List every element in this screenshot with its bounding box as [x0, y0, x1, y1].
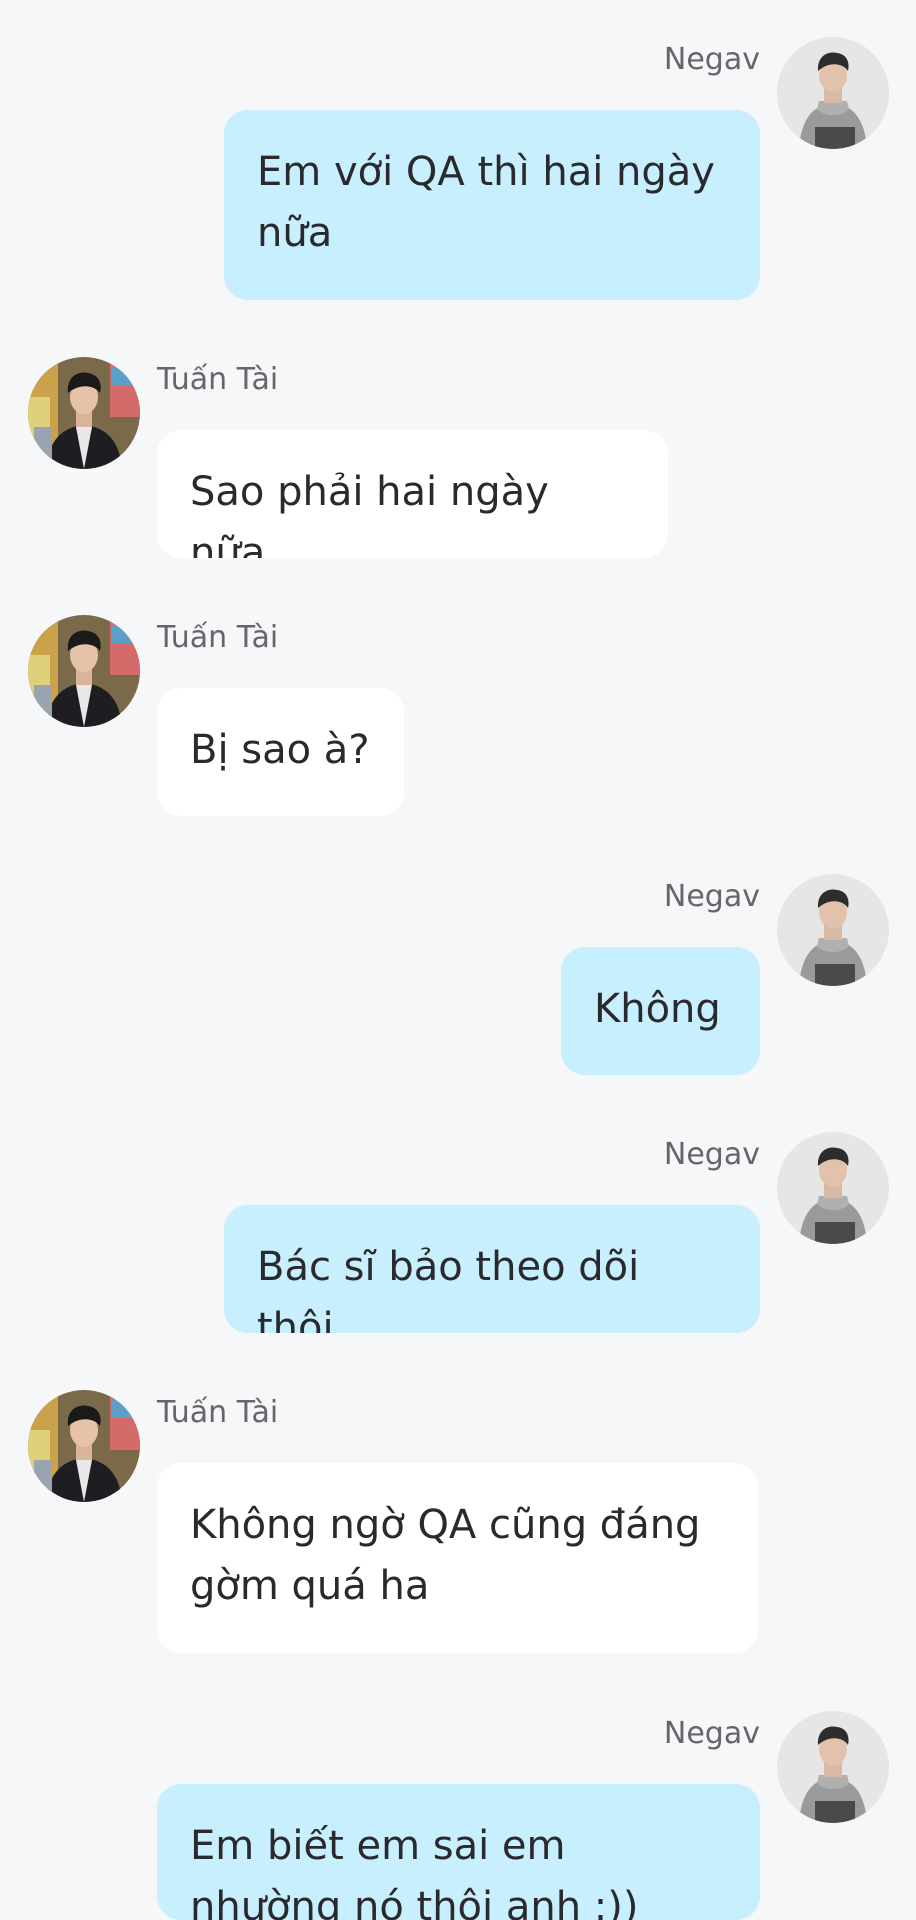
- chat-message-list[interactable]: Negav Em với QA thì hai ngày nữa Tuấn Tà…: [0, 0, 916, 1920]
- message-bubble[interactable]: Bác sĩ bảo theo dõi thôi: [224, 1205, 760, 1333]
- message-bubble[interactable]: Em biết em sai em nhường nó thôi anh :)): [157, 1784, 760, 1920]
- sender-name: Tuấn Tài: [157, 620, 279, 655]
- person-avatar-icon: [28, 615, 140, 727]
- message-bubble[interactable]: Em với QA thì hai ngày nữa: [224, 110, 760, 300]
- negav-avatar[interactable]: [777, 1132, 889, 1244]
- sender-name: Negav: [663, 879, 760, 914]
- tuan-tai-avatar[interactable]: [28, 615, 140, 727]
- negav-avatar[interactable]: [777, 874, 889, 986]
- sender-name: Negav: [663, 1716, 760, 1751]
- person-avatar-icon: [777, 1132, 889, 1244]
- sender-name: Negav: [663, 42, 760, 77]
- message-bubble[interactable]: Bị sao à?: [157, 688, 404, 816]
- person-avatar-icon: [777, 874, 889, 986]
- tuan-tai-avatar[interactable]: [28, 1390, 140, 1502]
- person-avatar-icon: [28, 357, 140, 469]
- person-avatar-icon: [777, 1711, 889, 1823]
- message-bubble[interactable]: Sao phải hai ngày nữa: [157, 430, 668, 558]
- message-bubble[interactable]: Không ngờ QA cũng đáng gờm quá ha: [157, 1463, 758, 1653]
- negav-avatar[interactable]: [777, 1711, 889, 1823]
- sender-name: Tuấn Tài: [157, 1395, 279, 1430]
- negav-avatar[interactable]: [777, 37, 889, 149]
- person-avatar-icon: [777, 37, 889, 149]
- tuan-tai-avatar[interactable]: [28, 357, 140, 469]
- person-avatar-icon: [28, 1390, 140, 1502]
- message-bubble[interactable]: Không: [561, 947, 760, 1075]
- sender-name: Negav: [663, 1137, 760, 1172]
- sender-name: Tuấn Tài: [157, 362, 279, 397]
